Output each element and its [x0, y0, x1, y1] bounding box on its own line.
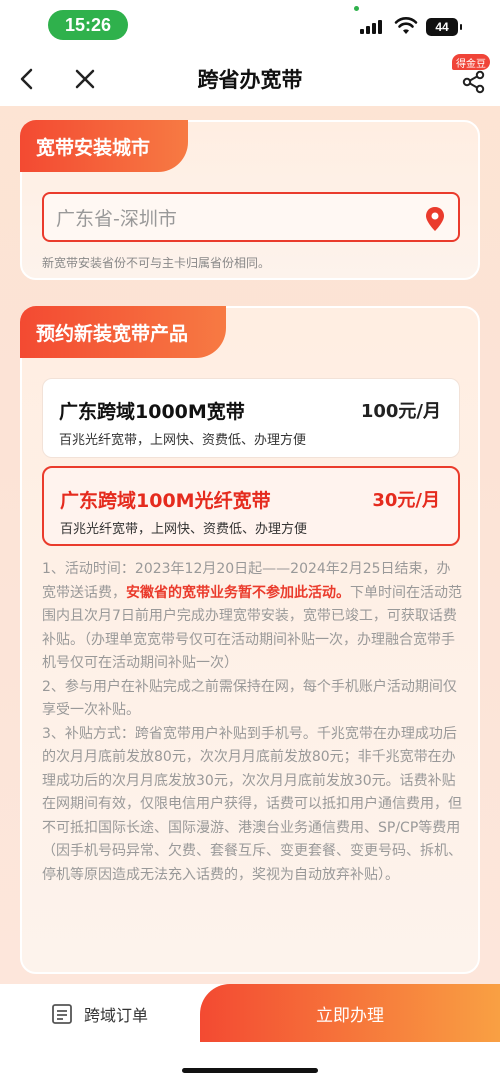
city-note: 新宽带安装省份不可与主卡归属省份相同。	[42, 256, 271, 270]
share-icon[interactable]	[460, 68, 488, 96]
product-desc: 百兆光纤宽带，上网快、资费低、办理方便	[60, 522, 308, 537]
cross-domain-order-button[interactable]: 跨域订单	[50, 1002, 148, 1026]
activity-rules: 1、活动时间：2023年12月20日起——2024年2月25日结束，办宽带送话费…	[42, 558, 462, 887]
privacy-indicator-dot	[354, 6, 359, 11]
order-list-icon	[52, 1004, 72, 1024]
city-select-field[interactable]: 广东省-深圳市	[42, 192, 460, 242]
city-value: 广东省-深圳市	[56, 207, 177, 230]
product-desc: 百兆光纤宽带，上网快、资费低、办理方便	[59, 433, 307, 448]
apply-now-button[interactable]: 立即办理	[200, 984, 500, 1042]
battery-icon: 44	[426, 18, 462, 36]
bottom-bar: 跨域订单 立即办理	[0, 984, 500, 1081]
product-option-100m[interactable]: 广东跨域100M光纤宽带 30元/月 百兆光纤宽带，上网快、资费低、办理方便	[42, 466, 460, 546]
product-price: 100元/月	[360, 401, 441, 422]
home-indicator	[182, 1068, 318, 1073]
nav-bar: 跨省办宽带 得金豆	[0, 52, 500, 106]
rule-2: 2、参与用户在补贴完成之前需保持在网，每个手机账户活动期间仅享受一次补贴。	[42, 678, 457, 719]
product-name: 广东跨域100M光纤宽带	[60, 490, 271, 512]
city-card: 宽带安装城市 广东省-深圳市 新宽带安装省份不可与主卡归属省份相同。	[20, 120, 480, 280]
status-bar: 15:26 44	[0, 0, 500, 52]
cellular-signal-icon	[360, 20, 386, 34]
back-arrow-icon[interactable]	[12, 64, 42, 94]
wifi-icon	[394, 17, 418, 34]
product-option-1000m[interactable]: 广东跨域1000M宽带 100元/月 百兆光纤宽带，上网快、资费低、办理方便	[42, 378, 460, 458]
product-section-heading: 预约新装宽带产品	[20, 306, 227, 358]
page-title: 跨省办宽带	[197, 68, 303, 92]
product-price: 30元/月	[372, 490, 440, 511]
city-section-heading: 宽带安装城市	[20, 120, 189, 172]
product-card: 预约新装宽带产品 广东跨域1000M宽带 100元/月 百兆光纤宽带，上网快、资…	[20, 306, 480, 974]
status-time: 15:26	[48, 10, 128, 40]
rule-1: 1、活动时间：2023年12月20日起——2024年2月25日结束，办宽带送话费…	[42, 561, 462, 671]
rule-highlight: 安徽省的宽带业务暂不参加此活动。	[126, 584, 350, 601]
order-label: 跨域订单	[84, 1006, 149, 1025]
rule-3: 3、补贴方式：跨省宽带用户补贴到手机号。千兆宽带在办理成功后的次月月底前发放80…	[42, 725, 462, 883]
location-pin-icon	[426, 207, 444, 231]
product-name: 广东跨域1000M宽带	[59, 401, 245, 423]
close-icon[interactable]	[70, 64, 100, 94]
